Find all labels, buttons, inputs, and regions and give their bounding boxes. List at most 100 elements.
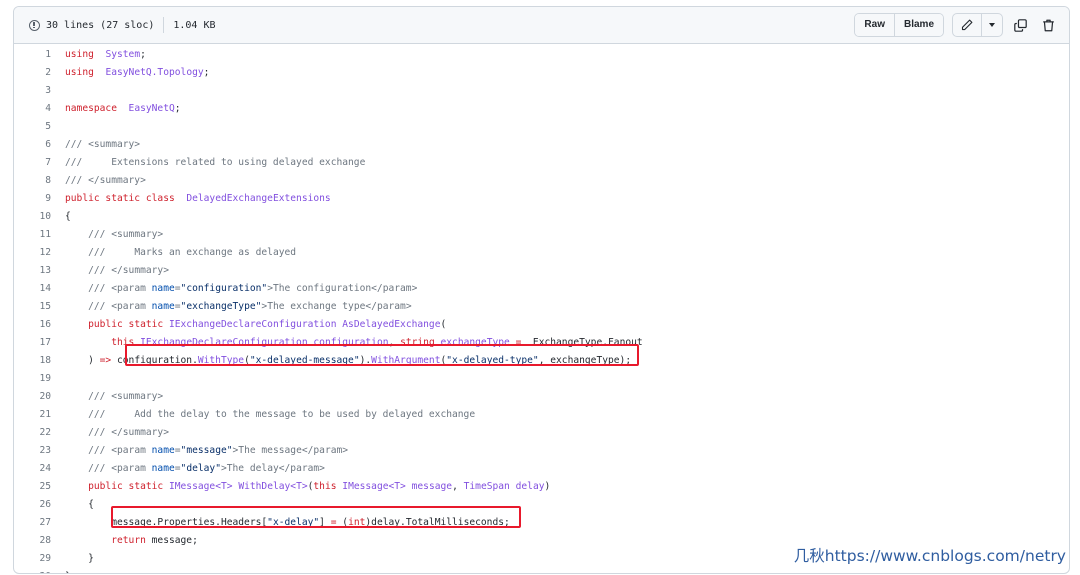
code-token: ( bbox=[336, 517, 349, 528]
line-number[interactable]: 14 bbox=[14, 280, 51, 298]
code-token: this bbox=[111, 337, 135, 348]
code-token: message; bbox=[145, 535, 198, 546]
line-number[interactable]: 28 bbox=[14, 532, 51, 550]
code-token: configuration. bbox=[111, 355, 198, 366]
line-number[interactable]: 15 bbox=[14, 298, 51, 316]
line-number[interactable]: 24 bbox=[14, 460, 51, 478]
code-token: public static bbox=[88, 481, 164, 492]
code-text: /// <param name="exchangeType">The excha… bbox=[65, 298, 412, 316]
line-number[interactable]: 3 bbox=[14, 82, 51, 100]
code-token: /// <param bbox=[88, 463, 152, 474]
code-token: EasyNetQ bbox=[128, 103, 175, 114]
pencil-icon bbox=[961, 19, 973, 31]
line-number[interactable]: 7 bbox=[14, 154, 51, 172]
code-text: } bbox=[65, 550, 94, 568]
code-token: /// Add the delay to the message to be u… bbox=[88, 409, 476, 420]
code-token: IExchangeDeclareConfiguration bbox=[168, 319, 337, 330]
line-number[interactable]: 12 bbox=[14, 244, 51, 262]
blame-button[interactable]: Blame bbox=[893, 14, 943, 36]
code-token: /// <param bbox=[88, 301, 152, 312]
edit-dropdown-button[interactable] bbox=[981, 14, 1002, 36]
code-token: /// </summary> bbox=[88, 265, 169, 276]
line-number[interactable]: 26 bbox=[14, 496, 51, 514]
line-number[interactable]: 11 bbox=[14, 226, 51, 244]
code-token: )delay.TotalMilliseconds; bbox=[365, 517, 510, 528]
code-text: /// <param name="delay">The delay</param… bbox=[65, 460, 325, 478]
line-number[interactable]: 2 bbox=[14, 64, 51, 82]
code-token: /// <summary> bbox=[65, 139, 141, 150]
code-token: DelayedExchangeExtensions bbox=[186, 193, 331, 204]
line-number[interactable]: 25 bbox=[14, 478, 51, 496]
code-text: /// Extensions related to using delayed … bbox=[65, 154, 365, 172]
line-number[interactable]: 19 bbox=[14, 370, 51, 388]
code-token: configuration bbox=[313, 337, 389, 348]
code-text: public static IExchangeDeclareConfigurat… bbox=[65, 316, 446, 334]
line-number[interactable]: 1 bbox=[14, 46, 51, 64]
code-token: { bbox=[65, 499, 94, 510]
code-token: System bbox=[105, 49, 141, 60]
line-number[interactable]: 23 bbox=[14, 442, 51, 460]
line-number[interactable]: 5 bbox=[14, 118, 51, 136]
line-number[interactable]: 22 bbox=[14, 424, 51, 442]
code-token: ; bbox=[203, 67, 210, 78]
line-number[interactable]: 18 bbox=[14, 352, 51, 370]
raw-button[interactable]: Raw bbox=[855, 14, 894, 36]
line-count: 30 lines (27 sloc) bbox=[46, 19, 155, 31]
code-token: "configuration" bbox=[180, 283, 268, 294]
chevron-down-icon bbox=[989, 23, 995, 27]
copy-button[interactable] bbox=[1009, 14, 1031, 36]
code-text: namespace EasyNetQ; bbox=[65, 100, 181, 118]
code-text: /// </summary> bbox=[65, 172, 146, 190]
code-token: message bbox=[411, 481, 453, 492]
code-token: AsDelayedExchange bbox=[342, 319, 441, 330]
code-token: /// </summary> bbox=[65, 175, 146, 186]
view-button-group: Raw Blame bbox=[854, 13, 944, 37]
line-number[interactable]: 27 bbox=[14, 514, 51, 532]
code-token: >The delay</param> bbox=[220, 463, 325, 474]
code-text: } bbox=[65, 568, 71, 573]
code-token: int bbox=[348, 517, 366, 528]
code-token: , bbox=[388, 337, 401, 348]
line-number[interactable]: 21 bbox=[14, 406, 51, 424]
line-number[interactable]: 4 bbox=[14, 100, 51, 118]
code-text: this IExchangeDeclareConfiguration confi… bbox=[65, 334, 642, 352]
line-number[interactable]: 29 bbox=[14, 550, 51, 568]
code-token: WithArgument bbox=[371, 355, 441, 366]
code-token: public static bbox=[88, 319, 164, 330]
code-text: /// <param name="configuration">The conf… bbox=[65, 280, 417, 298]
line-number[interactable]: 13 bbox=[14, 262, 51, 280]
file-header: 30 lines (27 sloc) 1.04 KB Raw Blame bbox=[14, 7, 1069, 44]
line-number[interactable]: 30 bbox=[14, 568, 51, 573]
divider bbox=[163, 17, 165, 33]
code-token: /// <param bbox=[88, 283, 152, 294]
code-text: /// <summary> bbox=[65, 136, 140, 154]
line-number[interactable]: 6 bbox=[14, 136, 51, 154]
code-token: IMessage<T> bbox=[342, 481, 406, 492]
code-text: /// <summary> bbox=[65, 226, 163, 244]
code-token: /// Extensions related to using delayed … bbox=[65, 157, 366, 168]
code-text: { bbox=[65, 208, 71, 226]
code-token: } bbox=[65, 571, 71, 573]
code-token: /// <param bbox=[88, 445, 152, 456]
line-number[interactable]: 10 bbox=[14, 208, 51, 226]
code-token: } bbox=[65, 553, 94, 564]
line-number[interactable]: 17 bbox=[14, 334, 51, 352]
line-number[interactable]: 16 bbox=[14, 316, 51, 334]
info-icon bbox=[29, 19, 40, 31]
copy-icon bbox=[1013, 18, 1027, 32]
line-number[interactable]: 20 bbox=[14, 388, 51, 406]
delete-button[interactable] bbox=[1037, 14, 1059, 36]
code-token: name bbox=[151, 301, 175, 312]
line-number[interactable]: 9 bbox=[14, 190, 51, 208]
code-token: /// </summary> bbox=[88, 427, 169, 438]
edit-button[interactable] bbox=[953, 14, 981, 36]
code-token: , bbox=[452, 481, 464, 492]
line-number[interactable]: 8 bbox=[14, 172, 51, 190]
